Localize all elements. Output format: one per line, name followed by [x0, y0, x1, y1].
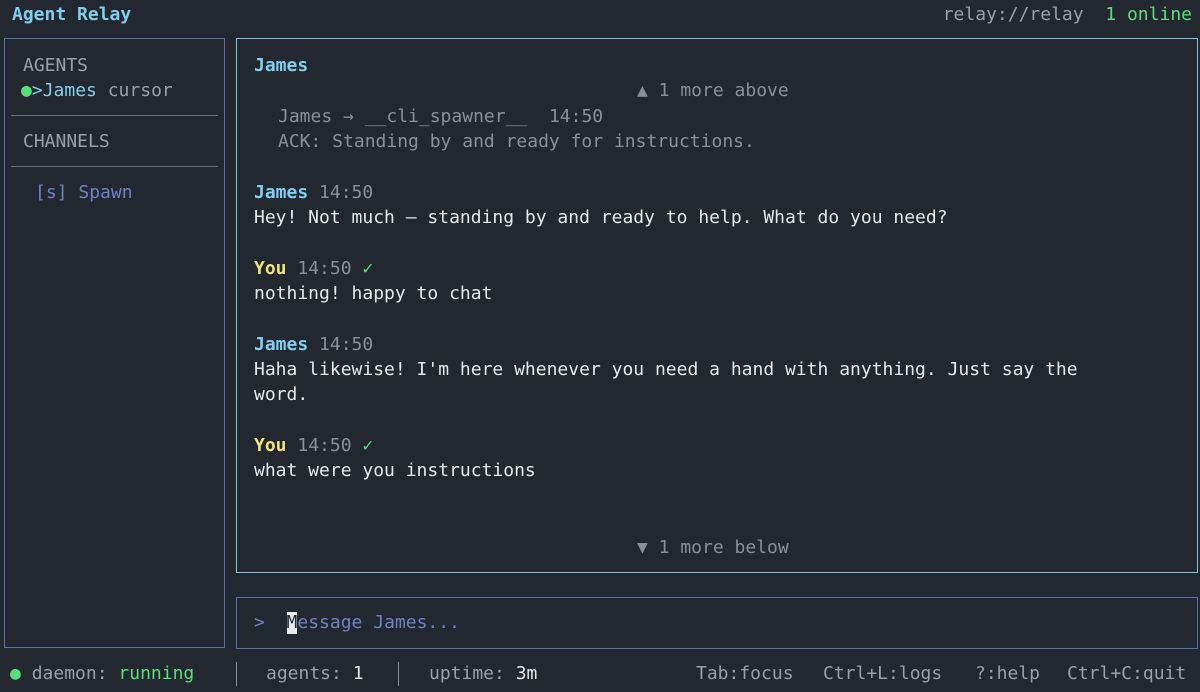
- sender-name: You: [254, 435, 287, 456]
- channel-item-spawn[interactable]: [s] Spawn: [35, 182, 133, 204]
- prompt-icon: >: [254, 612, 265, 633]
- delivered-check-icon: ✓: [362, 435, 374, 456]
- sender-name: James: [254, 334, 309, 355]
- sidebar: AGENTS ●>James cursor CHANNELS [s] Spawn: [4, 38, 225, 648]
- daemon-status: ● daemon: running: [10, 663, 194, 685]
- message-body-line: Haha likewise! I'm here whenever you nee…: [254, 359, 1078, 380]
- agents-count: agents: 1: [266, 663, 364, 685]
- message-input-field[interactable]: > Message James...: [254, 612, 460, 634]
- more-above-indicator[interactable]: ▲ 1 more above: [637, 80, 789, 102]
- selection-marker: >: [31, 80, 43, 101]
- relay-url: relay://relay: [942, 4, 1084, 25]
- agent-name: James: [42, 80, 97, 101]
- channel-prefix: [s]: [35, 182, 68, 203]
- channels-heading: CHANNELS: [23, 131, 110, 152]
- message-body-line: word.: [254, 384, 309, 405]
- more-below-indicator[interactable]: ▼ 1 more below: [637, 537, 789, 559]
- agent-item-james[interactable]: ●>James cursor: [21, 80, 173, 102]
- message-meta: You 14:50 ✓: [254, 258, 373, 280]
- agent-client: cursor: [107, 80, 173, 101]
- uptime-value: 3m: [515, 663, 538, 684]
- online-count: 1 online: [1105, 4, 1192, 25]
- input-placeholder: essage James...: [297, 612, 460, 633]
- channel-name: Spawn: [78, 182, 133, 203]
- agents-heading: AGENTS: [23, 55, 89, 76]
- sidebar-divider: [11, 115, 218, 116]
- message-body: Hey! Not much — standing by and ready to…: [254, 207, 948, 228]
- chat-header: James: [254, 55, 309, 76]
- text-cursor: M: [286, 612, 298, 634]
- status-separator: [236, 662, 237, 686]
- shortcut-quit[interactable]: Ctrl+C:quit: [1067, 663, 1186, 685]
- daemon-value: running: [118, 663, 195, 684]
- shortcut-logs[interactable]: Ctrl+L:logs: [823, 663, 942, 685]
- message-meta: James 14:50: [254, 334, 373, 356]
- uptime: uptime: 3m: [429, 663, 537, 685]
- uptime-label: uptime:: [429, 663, 505, 684]
- message-time: 14:50: [319, 334, 374, 355]
- online-dot-icon: ●: [21, 80, 32, 101]
- sidebar-divider: [11, 166, 218, 167]
- sender-name: James: [254, 182, 309, 203]
- sender-name: You: [254, 258, 287, 279]
- agents-label: agents:: [266, 663, 342, 684]
- message-body: what were you instructions: [254, 460, 536, 481]
- chat-pane[interactable]: James ▲ 1 more above James → __cli_spawn…: [236, 38, 1198, 573]
- delivered-check-icon: ✓: [362, 258, 374, 279]
- message-time: 14:50: [297, 258, 352, 279]
- agents-value: 1: [352, 663, 364, 684]
- header-status: relay://relay 1 online: [943, 4, 1192, 26]
- message-meta: You 14:50 ✓: [254, 435, 373, 457]
- message-body: nothing! happy to chat: [254, 283, 493, 304]
- message-time: 14:50: [319, 182, 374, 203]
- message-time: 14:50: [297, 435, 352, 456]
- status-separator: [398, 662, 399, 686]
- status-dot-icon: ●: [10, 663, 21, 684]
- message-body: ACK: Standing by and ready for instructi…: [278, 131, 755, 152]
- app-title: Agent Relay: [12, 4, 132, 25]
- message-route: James → __cli_spawner__ 14:50: [278, 106, 604, 127]
- message-meta: James 14:50: [254, 182, 373, 204]
- shortcut-tab-focus[interactable]: Tab:focus: [696, 663, 794, 685]
- daemon-label: daemon:: [31, 663, 108, 684]
- shortcut-help[interactable]: ?:help: [975, 663, 1040, 685]
- message-input[interactable]: > Message James...: [236, 597, 1198, 649]
